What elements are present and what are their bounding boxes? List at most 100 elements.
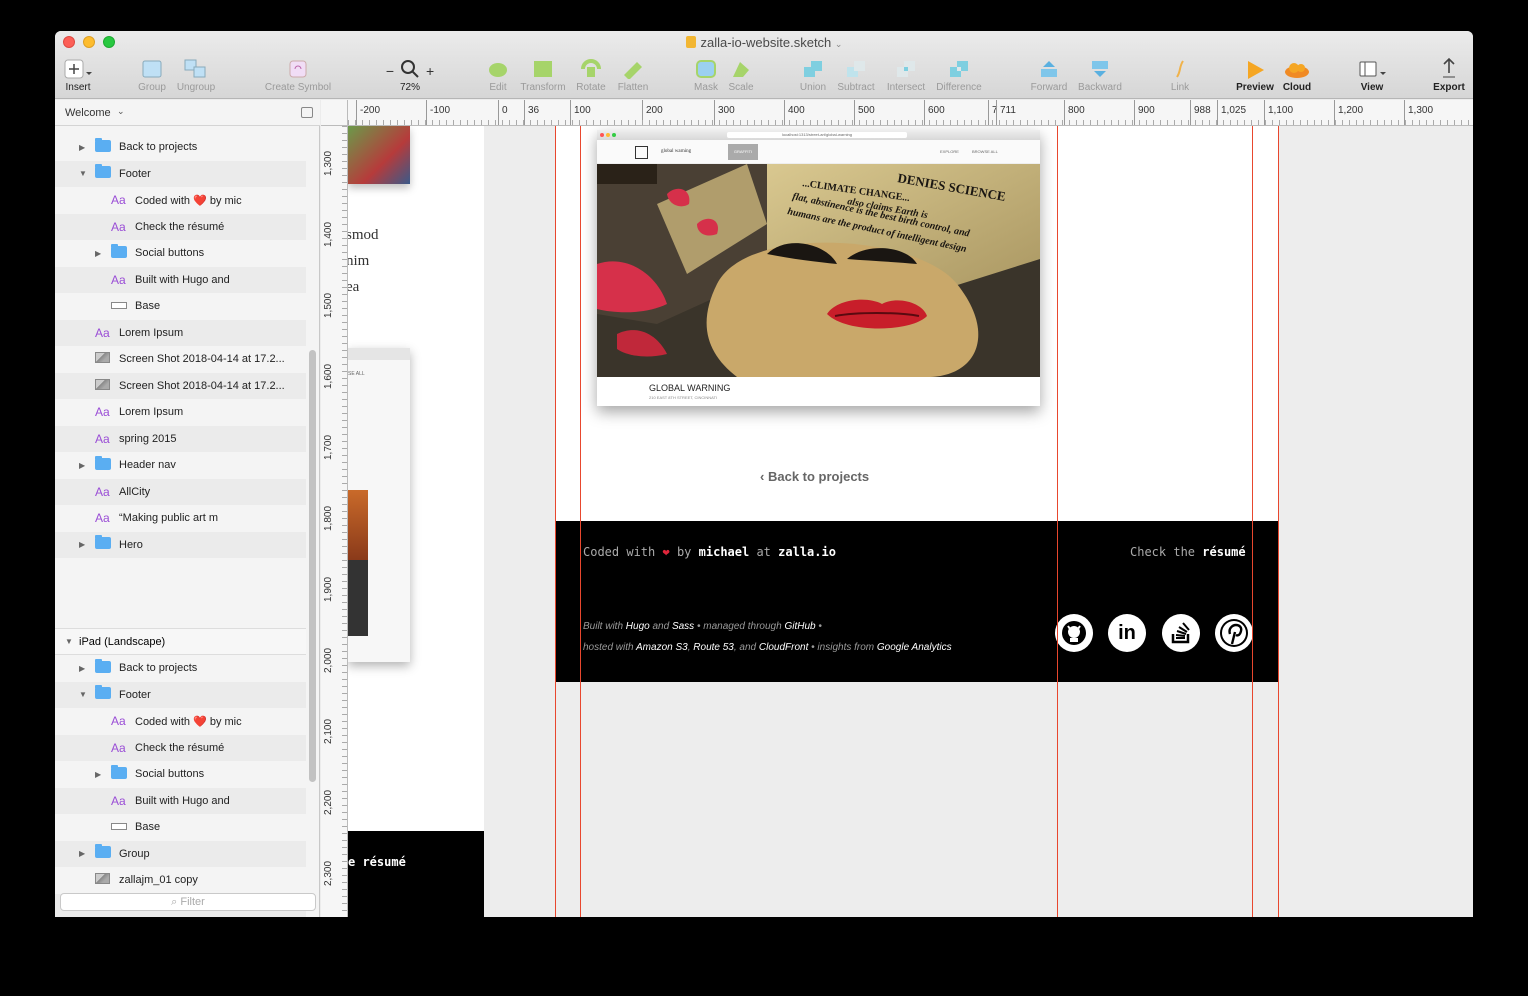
pinterest-icon[interactable] — [1215, 614, 1253, 652]
layer-row[interactable]: ▶ Header nav — [55, 452, 306, 479]
disclosure-closed-icon[interactable]: ▶ — [79, 664, 85, 673]
ruler-tick — [570, 100, 571, 125]
cloud-button[interactable]: Cloud — [1279, 55, 1315, 93]
link-button[interactable]: Link — [1163, 55, 1197, 93]
rectangle-layer-icon — [111, 821, 127, 833]
mural-illustration: ...CLIMATE CHANGE... DENIES SCIENCE also… — [597, 164, 1040, 377]
layer-name: zallajm_01 copy — [119, 874, 198, 887]
filter-input[interactable]: ⌕ Filter — [60, 893, 316, 911]
ruler-label: 36 — [528, 105, 540, 116]
collapse-pages-icon[interactable] — [301, 107, 313, 118]
layout-guide[interactable] — [555, 126, 556, 917]
preview-button[interactable]: Preview — [1235, 55, 1275, 93]
edit-button[interactable]: Edit — [483, 55, 513, 93]
disclosure-open-icon[interactable]: ▼ — [79, 169, 87, 178]
transform-button[interactable]: Transform — [517, 55, 569, 93]
export-button[interactable]: Export — [1431, 55, 1467, 93]
disclosure-closed-icon[interactable]: ▶ — [79, 143, 85, 152]
layer-row[interactable]: Base — [55, 293, 306, 320]
layer-row[interactable]: ▶ Social buttons — [55, 240, 306, 267]
page-selector[interactable]: Welcome ⌄ — [55, 100, 320, 126]
disclosure-closed-icon[interactable]: ▶ — [79, 461, 85, 470]
ungroup-button[interactable]: Ungroup — [173, 55, 219, 93]
horizontal-ruler[interactable]: -200 -100 0 36 100 200 300 400 500 600 7 711 800 900 9… — [348, 100, 1473, 126]
screenshot-thumbnail-2[interactable]: SE ALL — [348, 348, 410, 662]
layer-row[interactable]: Aa Lorem Ipsum — [55, 319, 306, 346]
ungroup-icon — [173, 55, 219, 79]
screenshot-thumbnail[interactable] — [348, 126, 410, 184]
artboard-ipad-landscape[interactable]: ▼ iPad (Landscape) — [55, 628, 306, 655]
layer-row[interactable]: Aa Lorem Ipsum — [55, 399, 306, 426]
layer-name: Screen Shot 2018-04-14 at 17.2... — [119, 353, 285, 366]
layer-row[interactable]: Aa Check the résumé — [55, 734, 306, 761]
ruler-label: 500 — [858, 105, 875, 116]
layer-row[interactable]: Screen Shot 2018-04-14 at 17.2... — [55, 372, 306, 399]
zoom-out-icon[interactable]: − — [386, 63, 394, 79]
rotate-button[interactable]: Rotate — [573, 55, 609, 93]
disclosure-closed-icon[interactable]: ▶ — [95, 770, 101, 779]
artboard-ipad[interactable]: smod nim ea SE ALL e résumé — [348, 126, 484, 917]
layer-row[interactable]: Aa Coded with ❤️ by mic — [55, 187, 306, 214]
zoom-control[interactable]: − + 72% — [381, 55, 439, 93]
layer-row[interactable]: Aa Built with Hugo and — [55, 787, 306, 814]
stackoverflow-icon[interactable] — [1162, 614, 1200, 652]
project-screenshot[interactable]: localhost:1313/street-art/global-warning… — [597, 130, 1040, 406]
back-to-projects-link[interactable]: ‹ Back to projects — [760, 469, 869, 484]
disclosure-open-icon[interactable]: ▼ — [79, 690, 87, 699]
canvas[interactable]: smod nim ea SE ALL e résumé localhost:13… — [348, 126, 1473, 917]
view-button[interactable]: View — [1355, 55, 1389, 93]
layer-row[interactable]: ▶ Back to projects — [55, 655, 306, 682]
group-button[interactable]: Group — [135, 55, 169, 93]
layer-row[interactable]: ▼ Footer — [55, 160, 306, 187]
author-link[interactable]: michael — [699, 545, 750, 559]
resume-link[interactable]: résumé — [1202, 545, 1245, 559]
intersect-button[interactable]: Intersect — [883, 55, 929, 93]
layer-row[interactable]: Aa Coded with ❤️ by mic — [55, 708, 306, 735]
text-layer-icon: Aa — [111, 219, 126, 234]
layout-guide[interactable] — [1278, 126, 1279, 917]
difference-button[interactable]: Difference — [933, 55, 985, 93]
ruler-tick — [1217, 100, 1218, 125]
ruler-label: 1,400 — [323, 221, 334, 247]
linkedin-icon[interactable]: in — [1108, 614, 1146, 652]
zoom-in-icon[interactable]: + — [426, 63, 434, 79]
layer-row[interactable]: Aa spring 2015 — [55, 425, 306, 452]
layer-row[interactable]: Screen Shot 2018-04-14 at 17.2... — [55, 346, 306, 373]
create-symbol-button[interactable]: Create Symbol — [261, 55, 335, 93]
layer-row[interactable]: Aa AllCity — [55, 478, 306, 505]
disclosure-closed-icon[interactable]: ▶ — [79, 849, 85, 858]
layer-name: Social buttons — [135, 247, 205, 260]
transform-icon — [517, 55, 569, 79]
layer-row[interactable]: Aa “Making public art m — [55, 505, 306, 532]
layer-row[interactable]: Aa Built with Hugo and — [55, 266, 306, 293]
layer-row[interactable]: ▶ Back to projects — [55, 134, 306, 161]
subtract-button[interactable]: Subtract — [833, 55, 879, 93]
vertical-ruler[interactable]: 1,300 1,400 1,500 1,600 1,700 1,800 1,900 2,000… — [321, 126, 348, 917]
layer-row[interactable]: ▼ Footer — [55, 681, 306, 708]
disclosure-closed-icon[interactable]: ▶ — [79, 540, 85, 549]
layer-row[interactable]: Aa Check the résumé — [55, 213, 306, 240]
layout-guide[interactable] — [1057, 126, 1058, 917]
layer-row[interactable]: Base — [55, 814, 306, 841]
scale-button[interactable]: Scale — [725, 55, 757, 93]
backward-button[interactable]: Backward — [1075, 55, 1125, 93]
layer-row[interactable]: ▶ Group — [55, 840, 306, 867]
github-icon[interactable] — [1055, 614, 1093, 652]
insert-button[interactable]: Insert — [61, 55, 95, 93]
sidebar-scrollbar[interactable] — [309, 350, 316, 782]
site-link[interactable]: zalla.io — [778, 545, 836, 559]
layer-row[interactable]: zallajm_01 copy — [55, 867, 306, 894]
forward-button[interactable]: Forward — [1027, 55, 1071, 93]
disclosure-closed-icon[interactable]: ▶ — [95, 249, 101, 258]
layout-guide[interactable] — [580, 126, 581, 917]
ruler-tick — [924, 100, 925, 125]
artboard-desktop[interactable]: localhost:1313/street-art/global-warning… — [556, 126, 1278, 682]
flatten-button[interactable]: Flatten — [613, 55, 653, 93]
union-button[interactable]: Union — [797, 55, 829, 93]
ruler-label: 1,200 — [1338, 105, 1364, 116]
layer-row[interactable]: ▶ Hero — [55, 531, 306, 558]
mask-button[interactable]: Mask — [691, 55, 721, 93]
ruler-label: 400 — [788, 105, 805, 116]
layout-guide[interactable] — [1252, 126, 1253, 917]
layer-row[interactable]: ▶ Social buttons — [55, 761, 306, 788]
